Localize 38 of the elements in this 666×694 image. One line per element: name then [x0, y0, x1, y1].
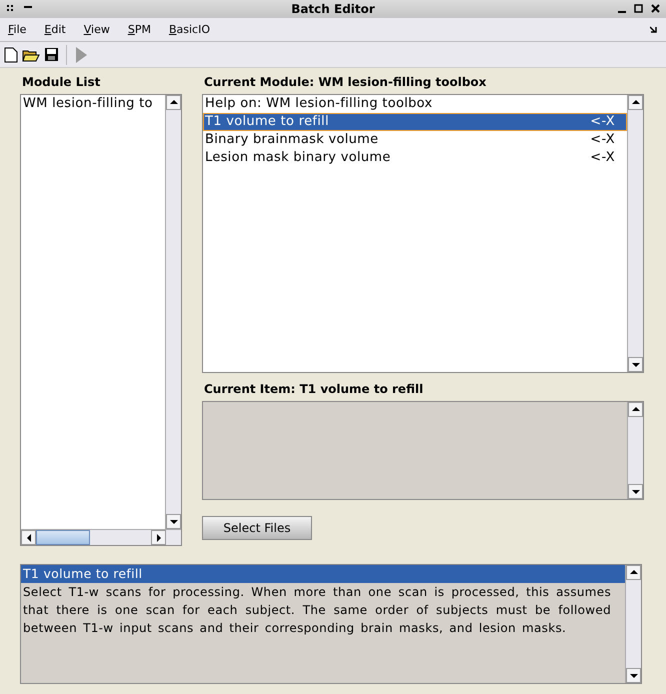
select-files-button[interactable]: Select Files [202, 516, 312, 540]
menu-item[interactable]: File [8, 23, 34, 36]
scroll-left-icon[interactable] [21, 530, 36, 545]
scrollbar[interactable] [627, 402, 643, 499]
new-file-icon[interactable] [4, 46, 18, 62]
help-title: T1 volume to refill [21, 565, 625, 583]
scroll-down-icon[interactable] [166, 514, 181, 529]
menu-item[interactable]: Edit [44, 23, 74, 36]
close-icon[interactable] [651, 2, 660, 14]
scrollbar[interactable] [625, 565, 641, 683]
grip-icon[interactable] [6, 2, 14, 12]
menu-item[interactable]: SPM [128, 23, 159, 36]
list-item[interactable]: Binary brainmask volume <-X [203, 131, 627, 149]
section-label: Current Module: WM lesion-filling toolbox [203, 74, 488, 91]
list-item[interactable]: Help on: WM lesion-filling toolbox [203, 95, 627, 113]
window-title: Batch Editor [291, 2, 375, 16]
scroll-up-icon[interactable] [626, 565, 641, 580]
scroll-down-icon[interactable] [628, 484, 643, 499]
scroll-up-icon[interactable] [166, 95, 181, 110]
save-icon[interactable] [44, 47, 59, 62]
scrollbar[interactable] [627, 95, 643, 372]
dock-arrow-icon[interactable] [650, 26, 658, 34]
module-item[interactable]: WM lesion-filling to [21, 95, 165, 113]
list-item[interactable]: Lesion mask binary volume <-X [203, 149, 627, 167]
menu-item[interactable]: View [84, 23, 118, 36]
scroll-up-icon[interactable] [628, 402, 643, 417]
horizontal-scrollbar[interactable] [21, 529, 181, 545]
maximize-icon[interactable] [634, 2, 643, 14]
scroll-right-icon[interactable] [151, 530, 166, 545]
scroll-up-icon[interactable] [628, 95, 643, 110]
section-label: Current Item: T1 volume to refill [203, 381, 424, 398]
menu-item[interactable]: BasicIO [168, 23, 218, 36]
scrollbar[interactable] [165, 95, 181, 529]
scroll-down-icon[interactable] [626, 668, 641, 683]
scroll-down-icon[interactable] [628, 357, 643, 372]
section-label: Module List [21, 74, 102, 91]
help-text: Select T1-w scans for processing. When more than one scan is processed, this assumes that there is one scan for each subject. The same order of subjects must be followed between T1-w input scans and their corresponding brain masks, and lesion masks. [22, 584, 612, 637]
list-item[interactable]: T1 volume to refill <-X [203, 113, 627, 131]
